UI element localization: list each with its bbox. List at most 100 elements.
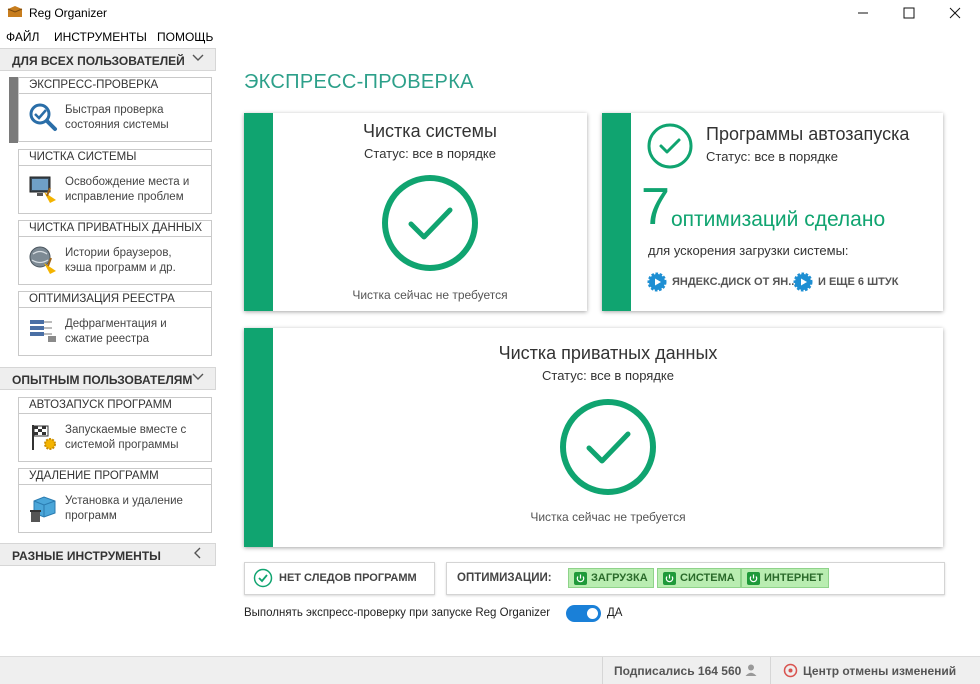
- opt-internet-label: ИНТЕРНЕТ: [764, 572, 824, 584]
- opt-internet-button[interactable]: ИНТЕРНЕТ: [741, 568, 830, 588]
- window-title: Reg Organizer: [29, 6, 108, 20]
- card-status: Статус: все в порядке: [542, 368, 674, 383]
- user-icon: [745, 664, 757, 676]
- menu-help[interactable]: ПОМОЩЬ: [157, 30, 213, 44]
- toggle-value: ДА: [607, 607, 623, 619]
- sidebar-item-desc-line2: сжатие реестра: [65, 333, 149, 345]
- sidebar-item-title: ЧИСТКА СИСТЕМЫ: [18, 149, 212, 166]
- sidebar-item-desc-line2: исправление проблем: [65, 191, 184, 203]
- maximize-button[interactable]: [886, 0, 932, 26]
- maximize-icon: [903, 7, 915, 19]
- subscribers-count[interactable]: Подписались 164 560: [614, 664, 741, 678]
- magnifier-check-icon: [29, 103, 57, 131]
- undo-center-link[interactable]: Центр отмены изменений: [803, 664, 956, 678]
- sidebar-item-registry-optimization[interactable]: ОПТИМИЗАЦИЯ РЕЕСТРА Дефрагментация и сжат…: [18, 291, 212, 356]
- sidebar-item-desc-line2: системой программы: [65, 439, 179, 451]
- opt-boot-label: ЗАГРУЗКА: [591, 572, 648, 584]
- power-icon: [747, 571, 760, 585]
- status-divider: [770, 657, 771, 684]
- sidebar-item-uninstall[interactable]: УДАЛЕНИЕ ПРОГРАММ Установка и удаление пр…: [18, 468, 212, 533]
- optimizations-bar: ОПТИМИЗАЦИИ: ЗАГРУЗКА СИСТЕМА ИНТЕРНЕТ: [446, 562, 945, 595]
- menu-bar: ФАЙЛ ИНСТРУМЕНТЫ ПОМОЩЬ: [0, 27, 980, 47]
- undo-circle-icon: [783, 663, 798, 678]
- card-status: Статус: все в порядке: [364, 146, 496, 161]
- check-circle-icon: [253, 568, 273, 588]
- card-title: Чистка приватных данных: [498, 343, 718, 363]
- sidebar-item-express-check[interactable]: ЭКСПРЕСС-ПРОВЕРКА Быстрая проверка состоя…: [18, 77, 212, 142]
- section-advanced-users[interactable]: ОПЫТНЫМ ПОЛЬЗОВАТЕЛЯМ: [0, 367, 216, 390]
- autorun-link-yandex[interactable]: ЯНДЕКС.ДИСК ОТ ЯН...: [647, 272, 797, 292]
- section-all-users[interactable]: ДЛЯ ВСЕХ ПОЛЬЗОВАТЕЛЕЙ: [0, 48, 216, 71]
- sidebar-item-desc-line1: Запускаемые вместе с: [65, 424, 187, 436]
- minimize-icon: [858, 12, 868, 14]
- check-circle-icon: [382, 175, 478, 271]
- check-circle-icon: [560, 399, 656, 495]
- sidebar-item-desc-line2: состояния системы: [65, 119, 169, 131]
- autorun-link-yandex-label: ЯНДЕКС.ДИСК ОТ ЯН...: [672, 276, 798, 288]
- sidebar-item-desc-line1: Дефрагментация и: [65, 318, 167, 330]
- no-traces-label: НЕТ СЛЕДОВ ПРОГРАММ: [279, 572, 417, 584]
- card-accent-stripe: [244, 328, 273, 547]
- startup-check-toggle[interactable]: [566, 605, 601, 622]
- power-icon: [663, 571, 676, 585]
- sidebar-item-autorun[interactable]: АВТОЗАПУСК ПРОГРАММ Запускаемые вместе с…: [18, 397, 212, 462]
- system-cleanup-card[interactable]: Чистка системы Статус: все в порядке Чис…: [244, 113, 587, 311]
- card-note: Чистка сейчас не требуется: [352, 288, 508, 302]
- chevron-down-icon: [192, 54, 204, 61]
- card-title: Чистка системы: [363, 121, 497, 141]
- optimizations-bar-label: ОПТИМИЗАЦИИ:: [457, 572, 552, 584]
- monitor-broom-icon: [29, 176, 56, 203]
- sidebar-item-desc-line2: программ: [65, 510, 117, 522]
- autorun-link-more-label: И ЕЩЕ 6 ШТУК: [818, 276, 899, 288]
- chevron-down-icon: [192, 373, 204, 380]
- power-icon: [574, 571, 587, 585]
- card-status: Статус: все в порядке: [706, 149, 838, 164]
- close-icon: [949, 7, 961, 19]
- chevron-left-icon: [194, 547, 201, 559]
- app-logo-icon: [7, 6, 23, 17]
- card-title: Программы автозапуска: [706, 124, 910, 144]
- menu-tools[interactable]: ИНСТРУМЕНТЫ: [54, 30, 147, 44]
- globe-broom-icon: [29, 246, 56, 274]
- startup-check-label: Выполнять экспресс-проверку при запуске …: [244, 607, 551, 619]
- sidebar-item-title: УДАЛЕНИЕ ПРОГРАММ: [18, 468, 212, 485]
- sidebar-item-system-cleanup[interactable]: ЧИСТКА СИСТЕМЫ Освобождение места и испра…: [18, 149, 212, 214]
- section-advanced-label: ОПЫТНЫМ ПОЛЬЗОВАТЕЛЯМ: [12, 373, 193, 387]
- flag-gear-icon: [32, 425, 56, 450]
- optimizations-count: 7: [641, 178, 670, 236]
- gear-play-icon: [647, 272, 667, 292]
- page-title: ЭКСПРЕСС-ПРОВЕРКА: [244, 71, 474, 93]
- autorun-card[interactable]: Программы автозапуска Статус: все в поря…: [602, 113, 943, 311]
- close-button[interactable]: [932, 0, 978, 26]
- optimizations-label: оптимизаций сделано: [671, 208, 886, 231]
- menu-file[interactable]: ФАЙЛ: [6, 30, 39, 44]
- section-all-users-label: ДЛЯ ВСЕХ ПОЛЬЗОВАТЕЛЕЙ: [12, 54, 185, 68]
- sidebar-item-desc-line1: Освобождение места и: [65, 176, 190, 188]
- opt-system-label: СИСТЕМА: [680, 572, 735, 584]
- sidebar-item-title: ЭКСПРЕСС-ПРОВЕРКА: [18, 77, 212, 94]
- box-trash-icon: [30, 496, 56, 522]
- card-note: Чистка сейчас не требуется: [530, 510, 686, 524]
- sidebar-item-title: АВТОЗАПУСК ПРОГРАММ: [18, 397, 212, 414]
- minimize-button[interactable]: [840, 0, 886, 26]
- sidebar-item-title: ОПТИМИЗАЦИЯ РЕЕСТРА: [18, 291, 212, 308]
- card-accent-stripe: [244, 113, 273, 311]
- optimizations-subtitle: для ускорения загрузки системы:: [648, 243, 849, 258]
- private-data-card[interactable]: Чистка приватных данных Статус: все в по…: [244, 328, 943, 547]
- title-bar: Reg Organizer: [0, 0, 980, 27]
- opt-boot-button[interactable]: ЗАГРУЗКА: [568, 568, 654, 588]
- sidebar-item-desc-line1: Истории браузеров,: [65, 247, 172, 259]
- no-traces-button[interactable]: НЕТ СЛЕДОВ ПРОГРАММ: [244, 562, 435, 595]
- sidebar-item-desc-line1: Установка и удаление: [65, 495, 183, 507]
- registry-icon: [30, 320, 56, 342]
- status-bar: Подписались 164 560 Центр отмены изменен…: [0, 656, 980, 684]
- opt-system-button[interactable]: СИСТЕМА: [657, 568, 741, 588]
- sidebar-item-private-cleanup[interactable]: ЧИСТКА ПРИВАТНЫХ ДАННЫХ Истории браузеро…: [18, 220, 212, 285]
- check-circle-icon: [647, 123, 693, 169]
- status-divider: [602, 657, 603, 684]
- card-accent-stripe: [602, 113, 631, 311]
- autorun-link-more[interactable]: И ЕЩЕ 6 ШТУК: [793, 272, 898, 292]
- section-misc-tools[interactable]: РАЗНЫЕ ИНСТРУМЕНТЫ: [0, 543, 216, 566]
- active-item-indicator: [9, 77, 18, 143]
- gear-play-icon: [793, 272, 813, 292]
